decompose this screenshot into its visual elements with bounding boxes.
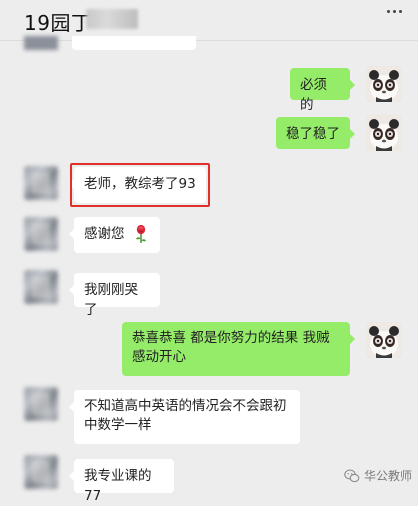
watermark-text: 华公教师 [363,469,412,483]
panda-avatar-icon [366,66,402,102]
panda-avatar-icon [366,322,402,358]
message-text: 我专业课的77 [84,468,152,504]
message-text: 恭喜恭喜 都是你努力的结果 我贼感动开心 [132,330,330,365]
avatar[interactable] [24,36,58,50]
avatar[interactable] [366,322,402,358]
message-bubble-sent[interactable]: 恭喜恭喜 都是你努力的结果 我贼感动开心 [122,322,355,376]
partial-message-bubble [72,36,196,50]
watermark: 华公教师 [344,467,412,484]
blurred-title-suffix [86,9,138,29]
avatar[interactable] [24,217,58,251]
highlight-box [70,163,210,207]
message-text: 稳了稳了 [286,126,340,142]
chat-title: 19园丁 [24,11,92,35]
rose-icon [135,224,146,243]
panda-avatar-icon [366,115,402,151]
message-text: 感谢您 [84,226,125,242]
message-bubble-received[interactable]: 我刚刚哭了 [69,273,160,318]
avatar[interactable] [24,166,58,200]
message-bubble-sent[interactable]: 必须的 [290,68,355,113]
message-bubble-received[interactable]: 我专业课的77 [69,459,174,504]
avatar[interactable] [366,115,402,151]
message-bubble-received[interactable]: 不知道高中英语的情况会不会跟初中数学一样 [69,390,300,444]
avatar[interactable] [24,387,58,421]
wechat-icon [344,469,360,482]
chat-header: 19园丁 [0,0,418,41]
message-text: 必须的 [300,77,327,113]
avatar[interactable] [24,455,58,489]
more-options-icon[interactable] [380,4,408,18]
avatar[interactable] [366,66,402,102]
message-text: 我刚刚哭了 [84,282,138,318]
message-text: 不知道高中英语的情况会不会跟初中数学一样 [84,398,287,433]
message-bubble-sent[interactable]: 稳了稳了 [276,117,355,149]
avatar[interactable] [24,270,58,304]
message-bubble-received[interactable]: 感谢您 [69,217,160,253]
